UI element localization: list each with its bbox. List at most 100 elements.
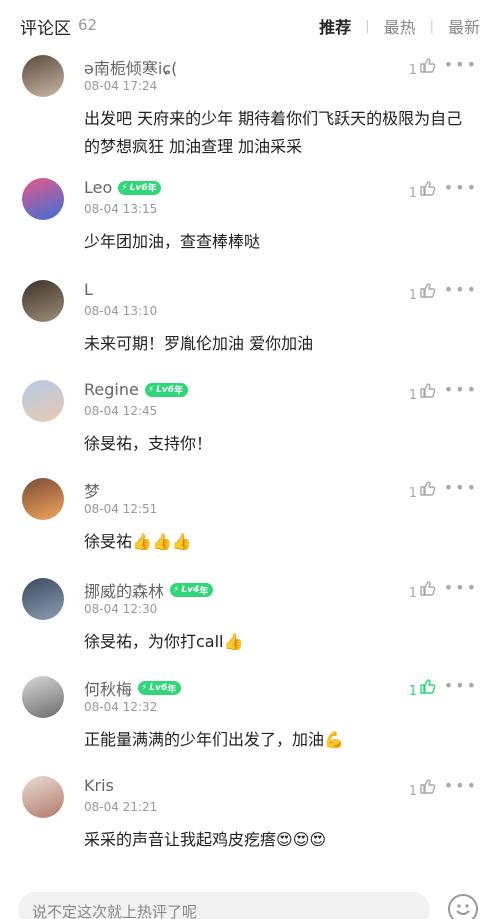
bolt-icon: ⚡	[121, 182, 128, 193]
like-button[interactable]: 1	[409, 778, 436, 799]
tab-recommended[interactable]: 推荐	[319, 14, 351, 38]
comment-time: 08-04 12:45	[84, 404, 158, 418]
more-icon[interactable]: •••	[444, 178, 478, 197]
thumbs-up-icon	[417, 480, 436, 501]
tab-hottest[interactable]: 最热	[384, 14, 416, 38]
comment-item: 梦 08-04 12:51 徐旻祐👍👍👍 1 •••	[0, 478, 500, 573]
like-count: 1	[408, 63, 417, 78]
level-text: Lv4	[181, 585, 200, 595]
like-button[interactable]: 1	[409, 678, 436, 699]
level-badge: ⚡ Lv6 年	[118, 180, 162, 195]
like-button[interactable]: 1	[409, 480, 436, 501]
comment-body: 出发吧 天府来的少年 期待着你们飞跃天的极限为自己的梦想疯狂 加油查理 加油采采	[84, 109, 463, 156]
comment-text: 采采的声音让我起鸡皮疙瘩😍😍😍	[84, 826, 474, 854]
username-text: 梦	[84, 482, 101, 501]
like-count: 1	[408, 288, 417, 303]
username[interactable]: ə南栀倾寒iɕ(	[84, 55, 177, 79]
level-suffix: 年	[167, 684, 177, 695]
more-icon[interactable]: •••	[444, 280, 478, 299]
comment-item: Kris 08-04 21:21 采采的声音让我起鸡皮疙瘩😍😍😍 1 •••	[0, 776, 500, 871]
like-button[interactable]: 1	[409, 180, 436, 201]
username[interactable]: 梦	[84, 478, 100, 502]
like-count: 1	[408, 486, 417, 501]
comment-text: 徐旻祐，支持你！	[84, 430, 474, 458]
comment-header: 评论区 62 推荐 | 最热 | 最新	[0, 0, 500, 50]
comment-emoji: 👍👍👍	[132, 532, 192, 551]
avatar[interactable]	[22, 478, 64, 520]
comment-time: 08-04 17:24	[84, 79, 158, 93]
username-text: L	[84, 280, 93, 299]
like-count: 1	[408, 784, 417, 799]
avatar[interactable]	[22, 578, 64, 620]
thumbs-up-icon	[417, 678, 436, 699]
avatar[interactable]	[22, 178, 64, 220]
level-suffix: 年	[147, 184, 157, 194]
username-text: 挪威的森林	[84, 582, 165, 601]
avatar[interactable]	[22, 380, 64, 422]
comment-emoji: 👍	[223, 632, 244, 651]
comment-input[interactable]: 说不定这次就上热评了呢	[18, 892, 430, 919]
avatar[interactable]	[22, 776, 64, 818]
username[interactable]: Leo ⚡ Lv6 年	[84, 178, 162, 197]
username-text: Regine	[84, 380, 139, 399]
username-text: 何秋梅	[84, 680, 133, 699]
comment-time: 08-04 13:10	[84, 304, 158, 318]
level-badge: ⚡ Lv6 年	[144, 382, 189, 397]
comment-text: 正能量满满的少年们出发了，加油💪	[84, 726, 474, 754]
like-button[interactable]: 1	[409, 382, 436, 403]
comment-item: 何秋梅 ⚡ Lv6 年 08-04 12:32 正能量满满的少年们出发了，加油💪 1…	[0, 676, 500, 771]
thumbs-up-icon	[417, 282, 436, 303]
comment-time: 08-04 12:51	[84, 502, 158, 516]
comment-item: ə南栀倾寒iɕ( 08-04 17:24 出发吧 天府来的少年 期待着你们飞跃天…	[0, 55, 500, 156]
username[interactable]: Kris	[84, 776, 114, 795]
avatar[interactable]	[22, 676, 64, 718]
comment-time: 08-04 21:21	[84, 800, 158, 814]
tab-newest[interactable]: 最新	[448, 14, 480, 38]
comment-emoji: 💪	[324, 730, 344, 749]
thumbs-up-icon	[417, 382, 436, 403]
comment-text: 徐旻祐👍👍👍	[84, 528, 474, 556]
bolt-icon: ⚡	[147, 384, 155, 395]
comment-body: 正能量满满的少年们出发了，加油	[84, 730, 325, 749]
comment-text: 出发吧 天府来的少年 期待着你们飞跃天的极限为自己的梦想疯狂 加油查理 加油采采	[84, 105, 474, 161]
more-icon[interactable]: •••	[444, 578, 478, 597]
more-icon[interactable]: •••	[444, 478, 478, 497]
username[interactable]: 何秋梅 ⚡ Lv6 年	[84, 676, 182, 700]
like-button[interactable]: 1	[409, 282, 436, 303]
comment-item: Leo ⚡ Lv6 年 08-04 13:15 少年团加油，查查棒棒哒 1 •••	[0, 178, 500, 273]
comment-time: 08-04 13:15	[84, 202, 158, 216]
like-button[interactable]: 1	[409, 57, 436, 78]
username[interactable]: Regine ⚡ Lv6 年	[84, 380, 189, 399]
comment-text: 徐旻祐，为你打call👍	[84, 628, 474, 656]
comment-body: 少年团加油，查查棒棒哒	[84, 232, 261, 251]
like-button[interactable]: 1	[409, 580, 436, 601]
comment-item: Regine ⚡ Lv6 年 08-04 12:45 徐旻祐，支持你！ 1 •••	[0, 380, 500, 475]
like-count: 1	[408, 586, 417, 601]
comment-body: 徐旻祐，为你打call	[84, 632, 224, 651]
thumbs-up-icon	[417, 180, 436, 201]
comment-body: 采采的声音让我起鸡皮疙瘩	[84, 830, 277, 849]
level-badge: ⚡ Lv4 年	[170, 583, 214, 597]
avatar[interactable]	[22, 280, 64, 322]
avatar[interactable]	[22, 55, 64, 97]
tab-separator: |	[429, 18, 434, 34]
comment-text: 少年团加油，查查棒棒哒	[84, 228, 474, 256]
comment-item: 挪威的森林 ⚡ Lv4 年 08-04 12:30 徐旻祐，为你打call👍 1 •…	[0, 578, 500, 673]
more-icon[interactable]: •••	[444, 380, 478, 399]
level-suffix: 年	[199, 586, 209, 597]
level-text: Lv6	[156, 384, 175, 395]
comment-body: 未来可期！罗胤伦加油 爱你加油	[84, 334, 314, 353]
more-icon[interactable]: •••	[444, 55, 478, 74]
username[interactable]: L	[84, 280, 93, 299]
more-icon[interactable]: •••	[444, 776, 478, 795]
username-text: ə南栀倾寒iɕ(	[84, 59, 178, 78]
emoji-icon[interactable]	[448, 894, 478, 919]
username-text: Kris	[84, 776, 114, 795]
username-text: Leo	[84, 178, 113, 197]
like-count: 1	[408, 684, 417, 699]
bolt-icon: ⚡	[173, 585, 180, 595]
more-icon[interactable]: •••	[444, 676, 478, 695]
username[interactable]: 挪威的森林 ⚡ Lv4 年	[84, 578, 214, 602]
level-badge: ⚡ Lv6 年	[138, 681, 182, 695]
comment-time: 08-04 12:32	[84, 700, 158, 714]
